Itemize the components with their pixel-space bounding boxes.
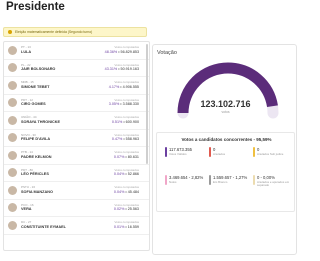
candidate-name: SOFIA MANZANO: [21, 189, 53, 194]
avatar: [8, 98, 17, 108]
candidate-percent: 0.02%: [113, 207, 125, 212]
candidate-votes: • 558.963: [123, 137, 139, 142]
candidate-name: PADRE KELMON: [21, 154, 52, 159]
avatar: [8, 80, 17, 90]
avatar: [8, 185, 17, 195]
candidate-votes: • 50.919.163: [118, 67, 139, 72]
candidate-percent: 0.04%: [113, 189, 125, 194]
stat-label: Votos Válidos: [169, 151, 187, 156]
votacao-panel: Votação 123.102.716 votos Votos a candid…: [152, 44, 297, 255]
stat-label: Anulados e apurados em separado: [257, 179, 290, 187]
avatar: [8, 115, 17, 125]
candidate-row[interactable]: PDT - 80 LÉO PÉRICLES Votos computados 0.04…: [4, 165, 149, 182]
candidate-name: VERA: [21, 207, 32, 212]
stat-swatch: [209, 147, 211, 157]
avatar: [8, 133, 17, 143]
candidate-name: FELIPE D'AVILA: [21, 137, 51, 142]
votes-summary-box: Votos a candidatos concorrentes - 95,59%…: [156, 132, 295, 212]
candidate-votes: • 80.631: [125, 154, 139, 159]
stat-label: Nulos: [169, 179, 177, 184]
votacao-sub: votos: [221, 110, 230, 114]
candidate-row[interactable]: NOVO - 30 FELIPE D'AVILA Votos computados 0…: [4, 130, 149, 147]
votes-summary-title: Votos a candidatos concorrentes - 95,59%: [181, 137, 272, 142]
candidate-row[interactable]: PDT - 12 CIRO GOMES Votos computados 3.05% …: [4, 95, 149, 112]
stat-swatch: [209, 175, 211, 185]
stat-swatch: [253, 147, 255, 157]
candidate-votes: • 600.900: [123, 119, 139, 124]
candidate-name: JAIR BOLSONARO: [21, 67, 56, 72]
notice-icon: [8, 30, 12, 34]
candidate-votes: • 25.563: [125, 207, 139, 212]
candidate-percent: 0.01%: [113, 224, 125, 229]
stat-label: Anulados: [213, 151, 226, 156]
candidate-row[interactable]: DC - 27 CONSTITUINTE EYMAEL Votos computad…: [4, 217, 149, 235]
stat-label: Anulados Sub judice: [257, 151, 284, 156]
candidate-name: SIMONE TEBET: [21, 84, 50, 89]
avatar: [8, 168, 17, 178]
candidate-list[interactable]: PT - 13 LULA Votos computados 48.36% • 56.8…: [3, 41, 150, 251]
candidate-name: CIRO GOMES: [21, 102, 46, 107]
stat-label: Em Branco: [213, 179, 228, 184]
votacao-total: 123.102.716: [200, 99, 251, 109]
candidate-row[interactable]: PT - 13 LULA Votos computados 48.36% • 56.8…: [4, 42, 149, 60]
candidate-percent: 43.31%: [104, 67, 118, 72]
candidate-name: SORAYA THRONICKE: [21, 119, 61, 124]
candidate-name: LÉO PÉRICLES: [21, 172, 49, 177]
candidate-votes: • 16.559: [125, 224, 139, 229]
candidate-row[interactable]: MDB - 15 SIMONE TEBET Votos computados 4.17…: [4, 77, 149, 95]
avatar: [8, 63, 17, 73]
candidate-votes: • 3.588.330: [120, 102, 139, 107]
stat-swatch: [165, 147, 167, 157]
candidate-row[interactable]: PL - 22 JAIR BOLSONARO Votos computados 43.…: [4, 60, 149, 77]
candidate-percent: 0.04%: [113, 172, 125, 177]
candidate-percent: 48.36%: [104, 49, 118, 54]
page-title: Presidente: [6, 1, 65, 13]
candidate-votes: • 4.906.555: [120, 84, 139, 89]
election-notice: Eleição matematicamente definida (Segund…: [3, 27, 147, 37]
candidate-row[interactable]: PTB - 14 PADRE KELMON Votos computados 0.07…: [4, 147, 149, 165]
candidate-percent: 3.05%: [108, 102, 120, 107]
avatar: [8, 203, 17, 213]
avatar: [8, 220, 17, 230]
candidate-votes: • 56.829.853: [118, 49, 139, 54]
stat-swatch: [165, 175, 167, 185]
votacao-title: Votação: [157, 50, 177, 56]
avatar: [8, 150, 17, 160]
candidate-percent: 4.17%: [108, 84, 120, 89]
candidate-percent: 0.51%: [111, 119, 123, 124]
stat-swatch: [253, 175, 255, 185]
candidate-name: CONSTITUINTE EYMAEL: [21, 224, 66, 229]
avatar: [8, 45, 17, 55]
candidate-votes: • 45.484: [125, 189, 139, 194]
candidate-percent: 0.47%: [111, 137, 123, 142]
candidate-row[interactable]: PCO - 16 VERA Votos computados 0.02% • 25.5…: [4, 200, 149, 217]
candidate-percent: 0.07%: [113, 154, 125, 159]
notice-text: Eleição matematicamente definida (Segund…: [15, 30, 93, 34]
candidate-row[interactable]: PSTU - 16 SOFIA MANZANO Votos computados 0.…: [4, 182, 149, 200]
candidate-name: LULA: [21, 49, 32, 54]
candidate-votes: • 52.866: [125, 172, 139, 177]
candidate-row[interactable]: UNIÃO - 44 SORAYA THRONICKE Votos computad…: [4, 112, 149, 130]
scrollbar[interactable]: [146, 44, 148, 164]
